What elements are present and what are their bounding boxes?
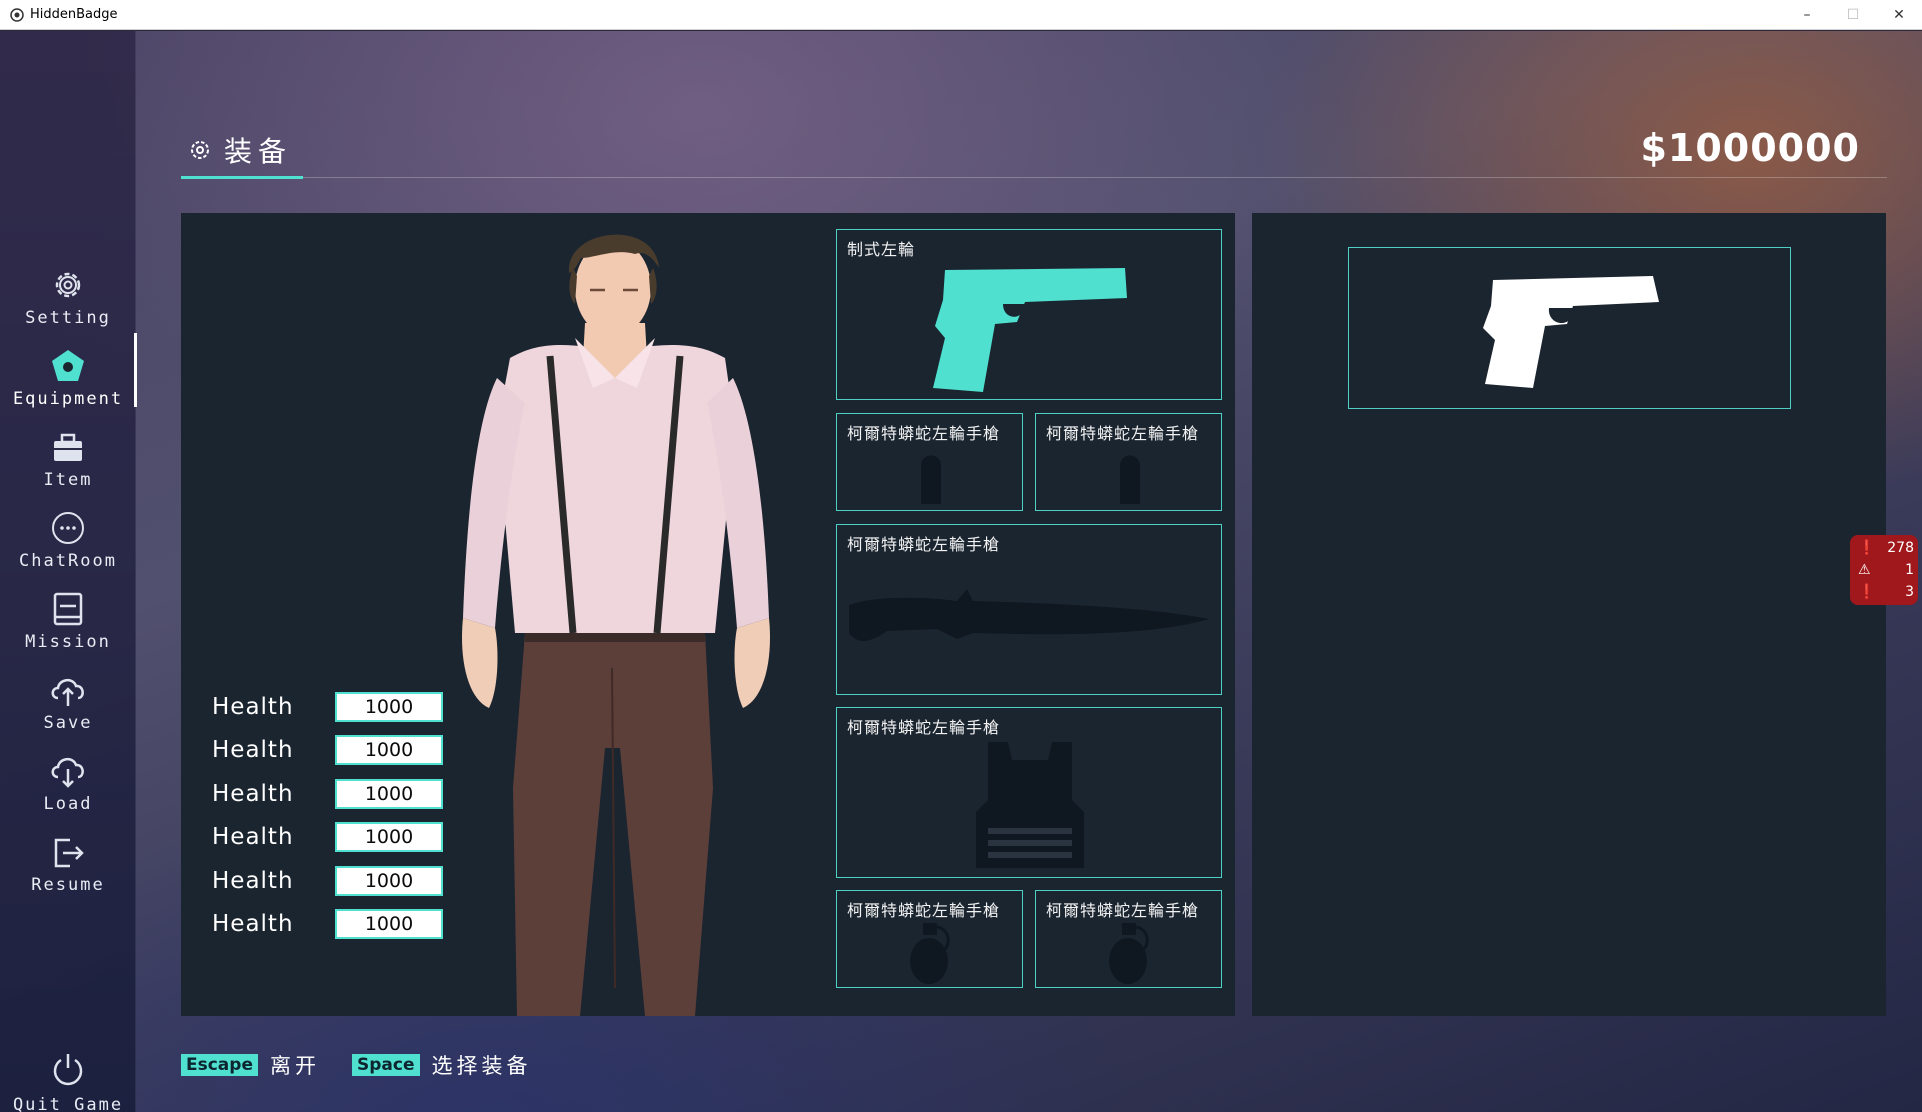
stat-value: 1000 bbox=[335, 822, 443, 852]
character-portrait bbox=[462, 234, 770, 1016]
stat-name: Health bbox=[212, 694, 294, 720]
hint-text: 离开 bbox=[269, 1054, 320, 1078]
notification-badge[interactable]: ❗ 278 ⚠ 1 ❗ 3 bbox=[1850, 535, 1918, 605]
close-button[interactable]: ✕ bbox=[1876, 0, 1922, 30]
cloud-upload-icon bbox=[49, 671, 87, 709]
stat-name: Health bbox=[212, 781, 294, 807]
sidebar-item-save[interactable]: Save bbox=[0, 671, 136, 751]
stat-name: Health bbox=[212, 868, 294, 894]
stat-value: 1000 bbox=[335, 692, 443, 722]
stat-value: 1000 bbox=[335, 735, 443, 765]
book-icon bbox=[49, 590, 87, 628]
bullet-icon bbox=[1120, 455, 1140, 504]
stat-row: Health 1000 bbox=[212, 822, 472, 854]
stat-name: Health bbox=[212, 737, 294, 763]
slot-label: 柯爾特蟒蛇左輪手槍 bbox=[1046, 424, 1200, 443]
equipment-slot-ammo-1[interactable]: 柯爾特蟒蛇左輪手槍 bbox=[836, 413, 1023, 511]
warning-icon: ⚠ bbox=[1858, 562, 1871, 578]
selected-item-preview bbox=[1348, 247, 1791, 409]
grenade-icon bbox=[910, 923, 950, 984]
stat-value: 1000 bbox=[335, 909, 443, 939]
error-icon: ❗ bbox=[1858, 540, 1876, 556]
hint-escape: Escape 离开 bbox=[181, 1050, 320, 1080]
sidebar-item-label: Save bbox=[43, 713, 93, 733]
slot-label: 制式左輪 bbox=[847, 240, 916, 259]
toolbox-icon bbox=[49, 428, 87, 466]
equipment-slot-grenade-2[interactable]: 柯爾特蟒蛇左輪手槍 bbox=[1035, 890, 1222, 988]
warning-count: 1 bbox=[1905, 562, 1914, 578]
money-display: $1000000 bbox=[1640, 126, 1860, 170]
grenade-icon bbox=[1109, 923, 1149, 984]
window-titlebar: HiddenBadge – ☐ ✕ bbox=[0, 0, 1922, 30]
stat-value: 1000 bbox=[335, 866, 443, 896]
sidebar-item-setting[interactable]: Setting bbox=[0, 266, 136, 346]
slot-label: 柯爾特蟒蛇左輪手槍 bbox=[1046, 901, 1200, 920]
sidebar-item-label: ChatRoom bbox=[19, 551, 117, 571]
hint-space: Space 选择装备 bbox=[352, 1050, 532, 1080]
sidebar-item-label: Equipment bbox=[12, 389, 124, 409]
alert-count: 3 bbox=[1905, 584, 1914, 600]
header-divider bbox=[303, 177, 1887, 178]
minimize-button[interactable]: – bbox=[1784, 0, 1830, 30]
hint-text: 选择装备 bbox=[431, 1054, 532, 1078]
error-count-row: ❗ 278 bbox=[1858, 538, 1914, 558]
stat-row: Health 1000 bbox=[212, 692, 472, 724]
pentagon-icon bbox=[49, 347, 87, 385]
sidebar-item-label: Load bbox=[43, 794, 93, 814]
gear-icon bbox=[49, 266, 87, 304]
active-indicator bbox=[134, 333, 137, 407]
error-count: 278 bbox=[1887, 540, 1914, 556]
exit-icon bbox=[49, 833, 87, 871]
page-title-text: 装备 bbox=[224, 135, 293, 168]
quit-game-button[interactable]: Quit Game bbox=[0, 1051, 136, 1112]
slot-label: 柯爾特蟒蛇左輪手槍 bbox=[847, 535, 1001, 554]
alert-icon: ❗ bbox=[1858, 584, 1876, 600]
slot-label: 柯爾特蟒蛇左輪手槍 bbox=[847, 718, 1001, 737]
slot-label: 柯爾特蟒蛇左輪手槍 bbox=[847, 424, 1001, 443]
stat-row: Health 1000 bbox=[212, 866, 472, 898]
sidebar-item-label: Setting bbox=[25, 308, 111, 328]
chat-bubble-icon bbox=[49, 509, 87, 547]
equipment-slot-grenade-1[interactable]: 柯爾特蟒蛇左輪手槍 bbox=[836, 890, 1023, 988]
sidebar-item-item[interactable]: Item bbox=[0, 428, 136, 508]
stat-value: 1000 bbox=[335, 779, 443, 809]
pistol-icon bbox=[933, 268, 1127, 392]
title-underline bbox=[181, 176, 303, 179]
sidebar-item-chatroom[interactable]: ChatRoom bbox=[0, 509, 136, 589]
equipment-slot-primary[interactable]: 制式左輪 bbox=[836, 229, 1222, 400]
equipment-slot-melee[interactable]: 柯爾特蟒蛇左輪手槍 bbox=[836, 524, 1222, 695]
sidebar-item-mission[interactable]: Mission bbox=[0, 590, 136, 670]
equipment-slot-armor[interactable]: 柯爾特蟒蛇左輪手槍 bbox=[836, 707, 1222, 878]
sidebar-item-load[interactable]: Load bbox=[0, 752, 136, 832]
sidebar-item-equipment[interactable]: Equipment bbox=[0, 347, 136, 427]
sidebar-item-label: Mission bbox=[25, 632, 111, 652]
page-title: 装备 bbox=[188, 130, 292, 170]
maximize-button[interactable]: ☐ bbox=[1830, 0, 1876, 30]
sidebar-item-label: Resume bbox=[31, 875, 105, 895]
quit-game-label: Quit Game bbox=[12, 1095, 124, 1112]
pistol-icon bbox=[1483, 276, 1659, 388]
sidebar: Setting Equipment Item ChatRoom Mission … bbox=[0, 31, 137, 1112]
vest-icon bbox=[976, 742, 1084, 868]
stat-row: Health 1000 bbox=[212, 779, 472, 811]
stat-name: Health bbox=[212, 911, 294, 937]
key-badge: Escape bbox=[181, 1054, 258, 1076]
alert-count-row: ❗ 3 bbox=[1858, 582, 1914, 602]
stat-row: Health 1000 bbox=[212, 909, 472, 941]
power-icon bbox=[50, 1051, 86, 1091]
slot-label: 柯爾特蟒蛇左輪手槍 bbox=[847, 901, 1001, 920]
stat-name: Health bbox=[212, 824, 294, 850]
key-badge: Space bbox=[352, 1054, 420, 1076]
sidebar-item-resume[interactable]: Resume bbox=[0, 833, 136, 913]
bullet-icon bbox=[921, 455, 941, 504]
gear-icon bbox=[191, 141, 209, 159]
app-icon bbox=[10, 7, 24, 22]
cloud-download-icon bbox=[49, 752, 87, 790]
window-title: HiddenBadge bbox=[30, 7, 118, 22]
sidebar-item-label: Item bbox=[43, 470, 93, 490]
stat-row: Health 1000 bbox=[212, 735, 472, 767]
equipment-slot-ammo-2[interactable]: 柯爾特蟒蛇左輪手槍 bbox=[1035, 413, 1222, 511]
warning-count-row: ⚠ 1 bbox=[1858, 560, 1914, 580]
knife-icon bbox=[849, 589, 1209, 641]
